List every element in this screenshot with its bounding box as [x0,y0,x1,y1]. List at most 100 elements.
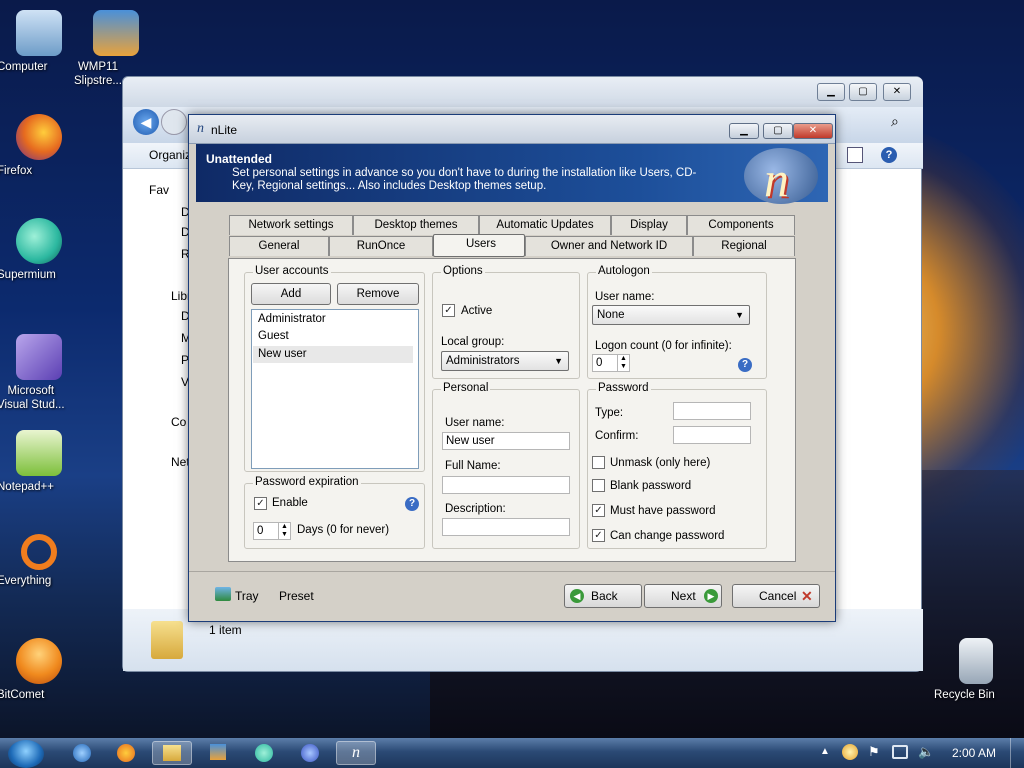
enable-label: Enable [272,497,308,509]
help-icon[interactable]: ? [405,497,419,511]
next-button[interactable]: Next ▶ [644,584,722,608]
tab-network-settings[interactable]: Network settings [229,215,353,235]
preset-button[interactable]: Preset [279,589,314,603]
username-field[interactable]: New user [442,432,570,450]
explorer-maximize-button[interactable]: ▢ [849,83,877,101]
tab-general[interactable]: General [229,236,329,256]
tab-runonce[interactable]: RunOnce [329,236,433,256]
active-checkbox[interactable]: ✓ [442,304,455,317]
active-label: Active [461,305,493,317]
start-button[interactable] [8,740,44,768]
logon-count-stepper[interactable]: 0 ▲ ▼ [592,354,630,372]
logon-count-label: Logon count (0 for infinite): [595,340,732,352]
user-accounts-list[interactable]: Administrator Guest New user [251,309,419,469]
spin-arrows-icon[interactable]: ▲ ▼ [617,355,629,371]
sidebar-item-favorites[interactable]: Fav [149,183,169,197]
nlite-taskbar-icon[interactable]: n [336,741,376,765]
blank-password-checkbox[interactable] [592,479,605,492]
desktop-icon-notepadpp[interactable]: Notepad++ [0,430,81,493]
explorer-close-button[interactable]: ✕ [883,83,911,101]
unmask-checkbox[interactable] [592,456,605,469]
desktop-icon-computer[interactable]: Computer [0,10,81,73]
unmask-label: Unmask (only here) [610,457,711,469]
password-type-field[interactable] [673,402,751,420]
autologon-user-dropdown[interactable]: None ▼ [592,305,750,325]
explorer-taskbar-icon[interactable] [152,741,192,765]
preview-pane-icon[interactable] [847,147,863,163]
ie-taskbar-icon[interactable] [62,741,102,765]
tab-desktop-themes[interactable]: Desktop themes [353,215,479,235]
tray-expand-icon[interactable]: ▲ [820,746,830,757]
wmp-icon [93,10,139,56]
dialog-maximize-button[interactable]: ▢ [763,123,793,139]
tray-icon[interactable] [215,587,231,601]
back-button[interactable]: ◀ Back [564,584,642,608]
spin-arrows-icon[interactable]: ▲ ▼ [278,523,290,539]
description-field[interactable] [442,518,570,536]
users-tab-panel: User accounts Add Remove Administrator G… [228,258,796,562]
desktop-icon-supermium[interactable]: Supermium [0,218,81,281]
password-confirm-label: Confirm: [595,430,639,442]
cancel-button[interactable]: Cancel ✕ [732,584,820,608]
show-desktop-button[interactable] [1010,738,1024,768]
clock[interactable]: 2:00 AM [952,746,996,760]
fullname-label: Full Name: [445,460,501,472]
dialog-minimize-button[interactable]: ▁ [729,123,759,139]
tab-components[interactable]: Components [687,215,795,235]
tab-regional[interactable]: Regional [693,236,795,256]
list-item[interactable]: Administrator [258,313,412,325]
list-item[interactable]: Guest [258,330,412,342]
help-icon[interactable]: ? [881,147,897,163]
tab-owner-and-network-id[interactable]: Owner and Network ID [525,236,693,256]
desktop-icon-wmp11[interactable]: WMP11 Slipstre... [74,10,158,87]
dialog-close-button[interactable]: ✕ [793,123,833,139]
desktop-icon-visual-studio[interactable]: Microsoft Visual Stud... [0,334,81,411]
page-title: Unattended [206,152,272,166]
desktop-icon-recycle-bin[interactable]: Recycle Bin [934,638,1018,701]
password-expiration-label: Password expiration [253,476,361,488]
days-stepper[interactable]: 0 ▲ ▼ [253,522,291,540]
search-icon[interactable]: ⌕ [891,113,899,130]
fullname-field[interactable] [442,476,570,494]
remove-user-button[interactable]: Remove [337,283,419,305]
wmp-taskbar-icon[interactable] [198,741,238,765]
days-value: 0 [257,525,264,537]
explorer-titlebar: ▁ ▢ ✕ [123,77,923,107]
sidebar-item-computer[interactable]: Co [171,415,186,429]
back-arrow-icon[interactable]: ◀ [133,109,159,135]
sidebar-item-network[interactable]: Net [171,455,190,469]
tab-users[interactable]: Users [433,234,525,257]
desktop-icon-everything[interactable]: Everything [0,534,81,587]
volume-icon[interactable]: 🔈 [918,744,934,760]
notepadpp-icon [16,430,62,476]
desktop-icon-firefox[interactable]: Firefox [0,114,81,177]
firefox-taskbar-icon[interactable] [106,741,146,765]
back-label: Back [591,589,618,603]
next-arrow-icon: ▶ [704,589,718,603]
local-group-dropdown[interactable]: Administrators ▼ [441,351,569,371]
supermium-taskbar-icon[interactable] [244,741,284,765]
update-tray-icon[interactable] [842,744,858,760]
tray-button[interactable]: Tray [235,589,259,603]
explorer-minimize-button[interactable]: ▁ [817,83,845,101]
tab-automatic-updates[interactable]: Automatic Updates [479,215,611,235]
edge-taskbar-icon[interactable] [290,741,330,765]
must-have-password-checkbox[interactable]: ✓ [592,504,605,517]
enable-checkbox[interactable]: ✓ [254,497,267,510]
organize-menu[interactable]: Organiz [149,148,191,162]
computer-icon [16,10,62,56]
desktop-icon-bitcomet[interactable]: BitComet [0,638,81,701]
everything-icon [21,534,57,570]
password-confirm-field[interactable] [673,426,751,444]
add-user-button[interactable]: Add [251,283,331,305]
list-item-selected[interactable]: New user [253,346,413,363]
supermium-icon [16,218,62,264]
help-icon[interactable]: ? [738,358,752,372]
tab-display[interactable]: Display [611,215,687,235]
network-icon[interactable] [892,745,908,759]
firefox-icon [16,114,62,160]
can-change-password-checkbox[interactable]: ✓ [592,529,605,542]
flag-icon[interactable]: ⚑ [868,744,880,760]
autologon-group: Autologon User name: None ▼ Logon count (… [587,265,767,379]
forward-arrow-icon[interactable] [161,109,187,135]
